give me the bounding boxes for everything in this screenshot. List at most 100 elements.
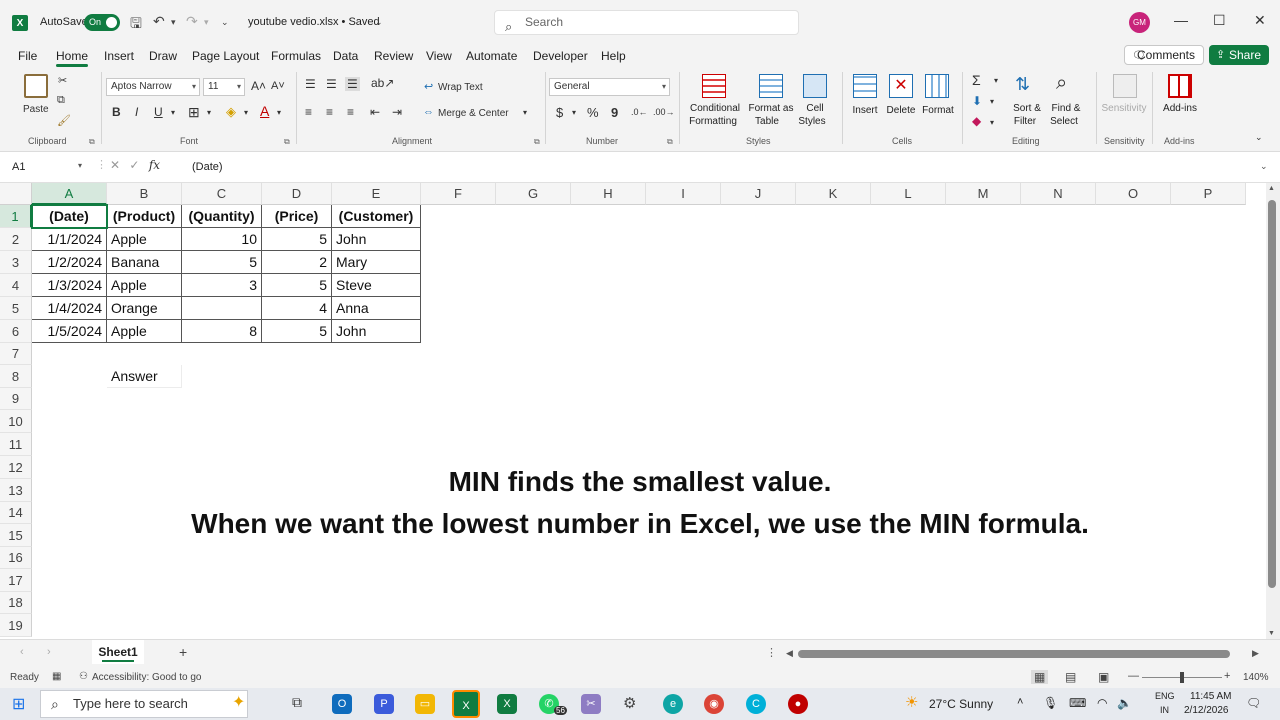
fill-dropdown-icon[interactable]: ▾ [244,108,248,117]
header-cell[interactable]: (Date) [32,205,107,228]
clipboard-launcher-icon[interactable]: ⧉ [89,137,95,147]
format-as-table-label-2[interactable]: Table [746,115,788,128]
italic-button[interactable]: I [135,105,138,119]
excel-taskbar-icon[interactable]: X [452,690,480,718]
tab-file[interactable]: File [18,49,37,63]
column-header-p[interactable]: P [1171,183,1246,205]
name-box-dropdown-icon[interactable]: ▾ [78,161,82,170]
formula-input[interactable]: (Date) [192,161,223,173]
data-cell[interactable]: 4 [262,297,332,320]
autosum-dropdown-icon[interactable]: ▾ [994,76,998,85]
row-header-6[interactable]: 6 [0,320,32,343]
underline-dropdown-icon[interactable]: ▾ [171,108,175,117]
font-launcher-icon[interactable]: ⧉ [284,137,290,147]
tab-page-layout[interactable]: Page Layout [192,49,259,63]
column-header-j[interactable]: J [721,183,796,205]
tab-view[interactable]: View [426,49,452,63]
row-header-7[interactable]: 7 [0,343,32,365]
row-header-16[interactable]: 16 [0,547,32,569]
windows-start-icon[interactable]: ⊞ [12,694,25,714]
scroll-left-icon[interactable]: ◀ [786,648,793,659]
data-cell[interactable]: Apple [107,320,182,343]
currency-button[interactable]: $ [556,105,563,120]
avatar[interactable]: GM [1129,12,1150,33]
data-cell[interactable]: 5 [262,274,332,297]
clock-time[interactable]: 11:45 AM [1190,691,1232,702]
conditional-formatting-label-2[interactable]: Formatting [684,115,742,128]
comma-button[interactable]: 9 [611,105,618,120]
align-center-icon[interactable]: ≡ [326,105,333,119]
language-code[interactable]: ENG [1155,691,1175,701]
region-code[interactable]: IN [1160,705,1169,715]
sensitivity-button[interactable]: Sensitivity [1098,102,1150,115]
clear-icon[interactable]: ◆ [972,114,981,128]
weather-icon[interactable]: ☀ [905,693,918,711]
font-color-icon[interactable]: A [260,103,269,119]
column-header-e[interactable]: E [332,183,421,205]
column-header-d[interactable]: D [262,183,332,205]
bold-button[interactable]: B [112,105,121,119]
data-cell[interactable]: 10 [182,228,262,251]
tab-review[interactable]: Review [374,49,413,63]
settings-icon[interactable]: ⚙ [623,694,636,712]
canva-icon[interactable]: C [746,694,766,714]
row-header-10[interactable]: 10 [0,410,32,433]
copy-icon[interactable]: ⧉ [57,94,65,107]
data-cell[interactable]: Steve [332,274,421,297]
taskbar-search[interactable]: ⌕ Type here to search [40,690,248,718]
data-cell[interactable]: 1/5/2024 [32,320,107,343]
column-header-m[interactable]: M [946,183,1021,205]
alignment-launcher-icon[interactable]: ⧉ [534,137,540,147]
tab-automate[interactable]: Automate [466,49,517,63]
increase-indent-icon[interactable]: ⇥ [392,105,402,119]
data-cell[interactable]: John [332,228,421,251]
fill-icon[interactable]: ⬇ [972,94,982,108]
more-sheets-icon[interactable]: ⋮ [766,646,777,659]
row-header-3[interactable]: 3 [0,251,32,274]
wrap-text-button[interactable]: Wrap Text [438,82,483,93]
data-cell[interactable]: John [332,320,421,343]
minimize-icon[interactable]: — [1174,12,1188,28]
format-cells-button[interactable]: Format [920,104,956,117]
paste-button[interactable]: Paste [23,104,49,115]
keyboard-icon[interactable]: ⌨ [1069,696,1086,710]
sheet-tab-sheet1[interactable]: Sheet1 [92,640,144,664]
close-icon[interactable]: ✕ [1254,12,1266,29]
redo-dropdown-icon[interactable]: ▾ [204,17,209,28]
insert-function-icon[interactable]: fx [149,158,160,172]
data-cell[interactable]: Mary [332,251,421,274]
tab-insert[interactable]: Insert [104,49,134,63]
row-header-17[interactable]: 17 [0,569,32,592]
percent-button[interactable]: % [587,105,599,120]
clock-date[interactable]: 2/12/2026 [1184,705,1229,716]
sort-filter-label[interactable]: Sort & [1007,102,1047,115]
align-right-icon[interactable]: ≡ [347,105,354,119]
font-name-select[interactable]: Aptos Narrow ▾ [106,78,200,96]
maximize-icon[interactable]: ☐ [1213,12,1226,29]
zoom-in-icon[interactable]: + [1224,670,1230,682]
customize-toolbar-icon[interactable]: ⌄ [221,17,229,28]
row-header-4[interactable]: 4 [0,274,32,297]
data-cell[interactable]: 3 [182,274,262,297]
header-cell[interactable]: (Price) [262,205,332,228]
share-button[interactable]: ⇪ Share [1209,45,1269,65]
format-painter-icon[interactable]: 🖌 [57,114,71,127]
redo-icon[interactable]: ↷ [186,13,198,30]
paste-icon[interactable] [24,74,48,98]
scroll-right-icon[interactable]: ▶ [1252,648,1259,659]
copilot-icon[interactable]: ✦ [232,692,245,712]
row-header-18[interactable]: 18 [0,592,32,614]
merge-center-button[interactable]: Merge & Center [438,108,509,119]
edge-icon[interactable]: e [663,694,683,714]
data-cell[interactable]: 1/1/2024 [32,228,107,251]
zoom-out-icon[interactable]: — [1128,670,1139,682]
file-explorer-icon[interactable]: ▭ [415,694,435,714]
column-header-i[interactable]: I [646,183,721,205]
data-cell[interactable]: 1/4/2024 [32,297,107,320]
prev-sheet-icon[interactable]: ‹ [20,646,24,658]
next-sheet-icon[interactable]: › [47,646,51,658]
horizontal-scroll-thumb[interactable] [798,650,1230,658]
expand-formula-bar-icon[interactable]: ⌄ [1260,161,1268,172]
cancel-icon[interactable]: ✕ [110,158,120,172]
normal-view-icon[interactable]: ▦ [1031,670,1049,684]
